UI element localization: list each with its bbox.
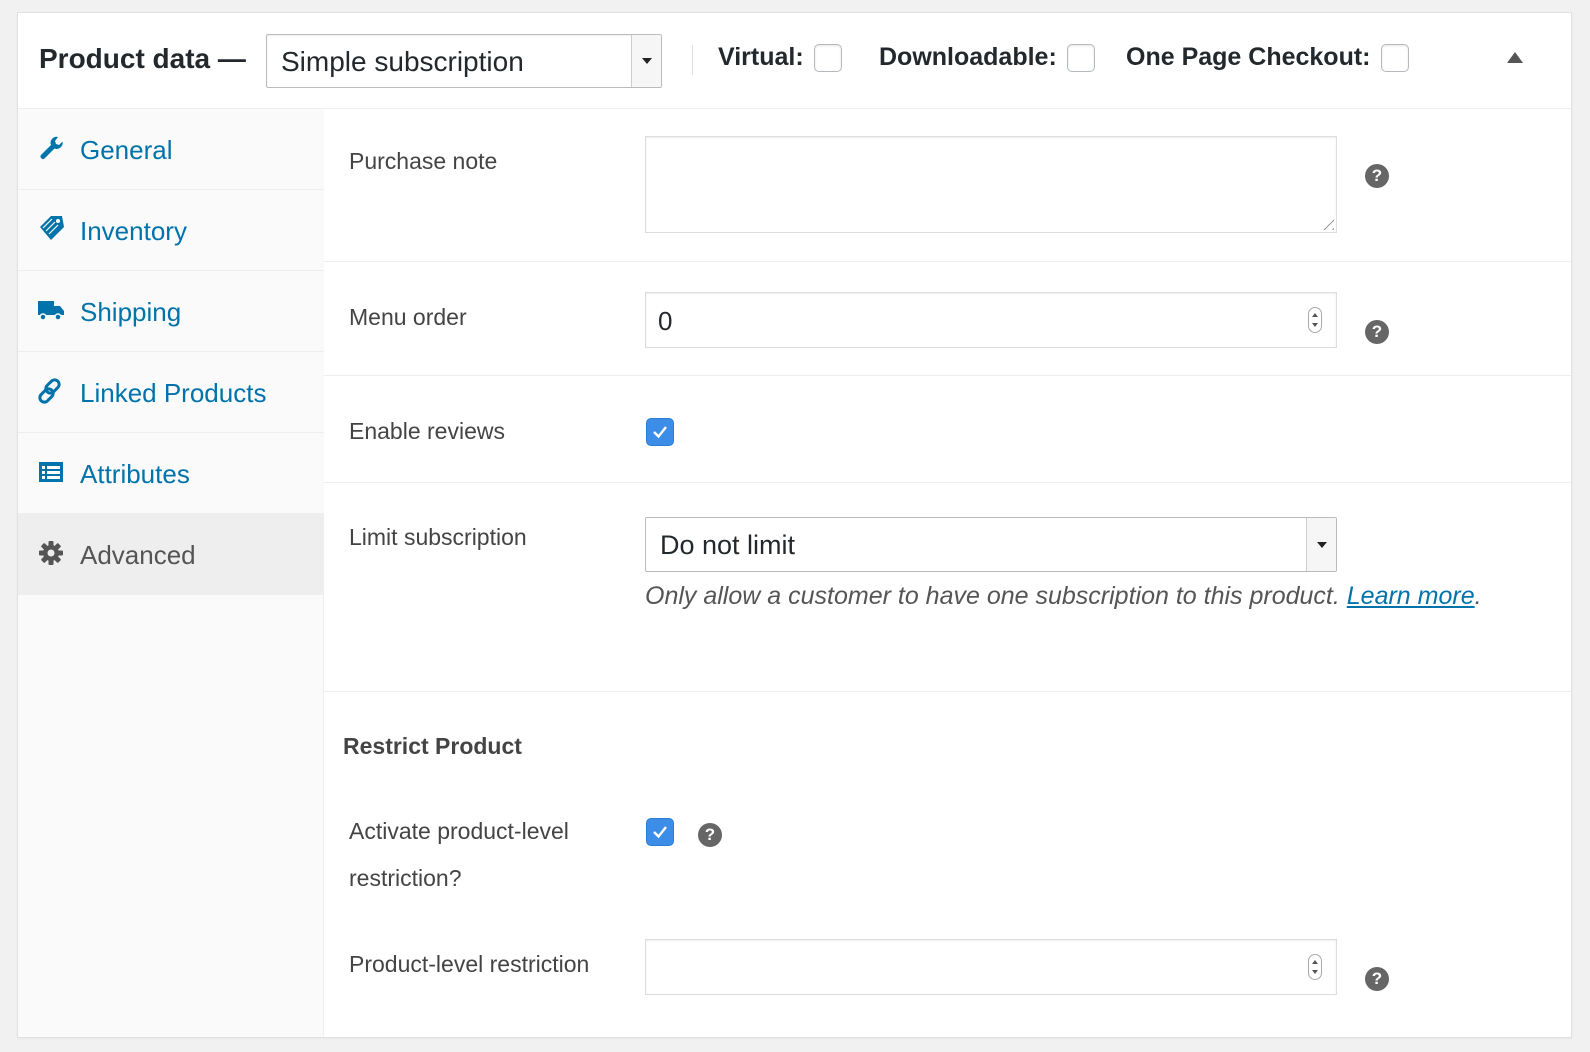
activate-restriction-help-icon[interactable]: ? <box>698 823 722 847</box>
product-level-restriction-help-icon[interactable]: ? <box>1365 967 1389 991</box>
tab-advanced[interactable]: Advanced <box>18 514 324 595</box>
tab-attributes[interactable]: Attributes <box>18 433 324 514</box>
menu-order-help-icon[interactable]: ? <box>1365 320 1389 344</box>
tab-advanced-label: Advanced <box>80 540 196 570</box>
tab-inventory-label: Inventory <box>80 216 187 246</box>
activate-restriction-label: Activate product-level restriction? <box>349 818 569 891</box>
one-page-checkout-checkbox[interactable] <box>1380 43 1409 72</box>
limit-subscription-select[interactable]: Do not limit <box>645 517 1337 572</box>
checkmark-icon <box>653 826 667 839</box>
downloadable-option[interactable]: Downloadable: <box>879 43 1095 72</box>
activate-restriction-checkbox[interactable] <box>646 818 674 846</box>
tab-inventory[interactable]: Inventory <box>18 190 324 271</box>
product-data-tabs: General Inventory Shipping Linked Produc… <box>18 109 324 1037</box>
enable-reviews-label: Enable reviews <box>349 418 505 444</box>
tab-attributes-label: Attributes <box>80 459 190 489</box>
divider <box>324 482 1571 483</box>
chevron-down-icon <box>1306 518 1336 571</box>
chevron-down-icon <box>631 35 661 87</box>
virtual-checkbox[interactable] <box>813 43 842 72</box>
limit-subscription-value: Do not limit <box>660 530 796 560</box>
enable-reviews-checkbox[interactable] <box>646 418 674 446</box>
divider <box>692 45 693 75</box>
number-spinner-icon[interactable] <box>1308 307 1322 333</box>
tab-linked-products[interactable]: Linked Products <box>18 352 324 433</box>
wrench-icon <box>40 136 63 159</box>
limit-subscription-label: Limit subscription <box>349 524 527 550</box>
advanced-options-panel: Purchase note ? Menu order 0 ? Enable re… <box>324 109 1571 1037</box>
one-page-checkout-option[interactable]: One Page Checkout: <box>1126 43 1409 72</box>
learn-more-link[interactable]: Learn more <box>1347 582 1475 610</box>
tab-shipping[interactable]: Shipping <box>18 271 324 352</box>
list-icon <box>39 462 63 482</box>
divider <box>324 375 1571 376</box>
truck-icon <box>38 301 64 321</box>
tab-general-label: General <box>80 135 173 165</box>
checkmark-icon <box>653 426 667 439</box>
divider <box>324 691 1571 692</box>
purchase-note-label: Purchase note <box>349 148 498 174</box>
menu-order-label: Menu order <box>349 304 467 330</box>
number-spinner-icon[interactable] <box>1308 954 1322 980</box>
one-page-checkout-label: One Page Checkout: <box>1126 43 1371 71</box>
restrict-product-heading: Restrict Product <box>343 733 522 759</box>
tag-icon <box>40 216 64 240</box>
divider <box>324 261 1571 262</box>
product-data-panel: Product data — Simple subscription Virtu… <box>17 12 1572 1038</box>
panel-header: Product data — Simple subscription Virtu… <box>18 13 1571 109</box>
resize-handle-icon[interactable] <box>1318 214 1334 230</box>
gear-icon <box>39 541 63 565</box>
tab-shipping-label: Shipping <box>80 297 182 327</box>
product-type-select[interactable]: Simple subscription <box>266 34 662 88</box>
description-suffix: . <box>1474 582 1482 610</box>
virtual-label: Virtual: <box>718 43 804 71</box>
purchase-note-help-icon[interactable]: ? <box>1365 164 1389 188</box>
panel-title: Product data — <box>39 43 246 74</box>
description-text: Only allow a customer to have one subscr… <box>645 582 1340 610</box>
link-icon <box>38 378 61 404</box>
menu-order-value: 0 <box>658 306 673 336</box>
limit-subscription-description: Only allow a customer to have one subscr… <box>645 573 1505 620</box>
purchase-note-textarea[interactable] <box>645 136 1337 233</box>
collapse-toggle-icon[interactable] <box>1507 52 1523 63</box>
menu-order-input[interactable]: 0 <box>645 292 1337 348</box>
product-type-value: Simple subscription <box>281 46 524 77</box>
product-level-restriction-label: Product-level restriction <box>349 951 590 977</box>
product-level-restriction-input[interactable] <box>645 939 1337 995</box>
virtual-option[interactable]: Virtual: <box>718 43 842 72</box>
tab-general[interactable]: General <box>18 109 324 190</box>
tab-linked-products-label: Linked Products <box>80 378 267 408</box>
downloadable-label: Downloadable: <box>879 43 1057 71</box>
downloadable-checkbox[interactable] <box>1066 43 1095 72</box>
